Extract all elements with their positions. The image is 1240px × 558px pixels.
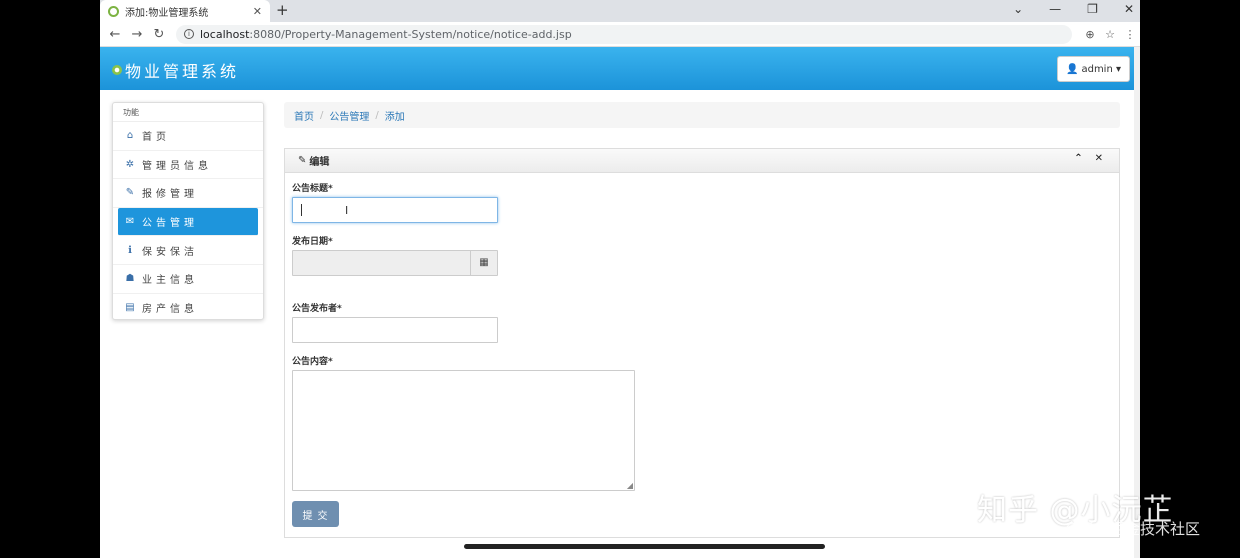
title-label: 公告标题*: [292, 184, 333, 194]
breadcrumb-separator: /: [320, 109, 324, 121]
calendar-icon[interactable]: ▦: [470, 251, 497, 275]
sidebar: 功能 ⌂ 首页 ✲ 管理员信息 ✎ 报修管理 ✉ 公告管理 ℹ 保安保洁 ☗ 业…: [112, 102, 264, 320]
sidebar-item-repairs[interactable]: ✎ 报修管理: [113, 179, 263, 208]
minimize-icon[interactable]: —: [1049, 2, 1061, 16]
panel-controls: ⌃ ✕: [1074, 153, 1103, 164]
title-input[interactable]: I: [292, 197, 498, 223]
home-indicator: [464, 544, 825, 549]
reload-icon[interactable]: ↻: [148, 27, 170, 42]
gear-icon: ✲: [125, 158, 135, 170]
tab-search-icon[interactable]: ⌄: [1013, 2, 1023, 16]
user-menu-button[interactable]: 👤 admin ▾: [1057, 56, 1130, 82]
url-host: localhost: [200, 27, 250, 41]
breadcrumb-separator: /: [375, 109, 379, 121]
date-input[interactable]: ▦: [292, 250, 498, 276]
forward-icon[interactable]: →: [126, 27, 148, 42]
edit-panel: ✎ 编辑 ⌃ ✕ 公告标题* I 发布日期* ▦ 公告发布者* 公告内容* ◢ …: [284, 148, 1120, 538]
sidebar-item-label: 业主信息: [142, 275, 198, 287]
tab-title: 添加:物业管理系统: [125, 7, 209, 19]
panel-title: 编辑: [309, 157, 330, 168]
sidebar-heading: 功能: [113, 103, 263, 122]
text-caret: [301, 204, 302, 216]
watermark-juejin: @稀土掘金技术社区: [1065, 520, 1201, 538]
tab-bar: 添加:物业管理系统 ✕ + ⌄ — ❐ ✕: [100, 0, 1140, 22]
content-label: 公告内容*: [292, 357, 333, 367]
brand-title: 物业管理系统: [125, 62, 240, 81]
panel-header: ✎ 编辑 ⌃ ✕: [285, 149, 1119, 173]
collapse-icon[interactable]: ⌃: [1074, 153, 1082, 164]
breadcrumb-current: 添加: [384, 111, 405, 123]
brand[interactable]: 物业管理系统: [112, 58, 239, 82]
date-label: 发布日期*: [292, 237, 333, 247]
browser-tab[interactable]: 添加:物业管理系统 ✕: [100, 0, 270, 22]
bookmark-star-icon[interactable]: ☆: [1100, 28, 1120, 41]
window-close-icon[interactable]: ✕: [1124, 2, 1134, 16]
sidebar-item-label: 保安保洁: [142, 246, 198, 258]
panel-close-icon[interactable]: ✕: [1095, 153, 1103, 164]
resize-grip-icon[interactable]: ◢: [627, 481, 633, 490]
content-textarea[interactable]: ◢: [292, 370, 635, 491]
sidebar-item-security-cleaning[interactable]: ℹ 保安保洁: [113, 236, 263, 265]
sidebar-item-label: 公告管理: [142, 218, 198, 230]
new-tab-button[interactable]: +: [276, 1, 289, 19]
wrench-icon: ✎: [125, 187, 135, 199]
translate-icon[interactable]: ⊕: [1080, 28, 1100, 41]
app-header: 物业管理系统 👤 admin ▾: [100, 47, 1134, 90]
date-field[interactable]: [293, 251, 470, 275]
sidebar-item-label: 报修管理: [142, 189, 198, 201]
window-controls: ⌄ — ❐ ✕: [1013, 2, 1134, 16]
address-bar: ← → ↻ i localhost :8080/Property-Managem…: [100, 22, 1140, 47]
breadcrumb: 首页 / 公告管理 / 添加: [284, 102, 1120, 128]
url-input[interactable]: i localhost :8080/Property-Management-Sy…: [176, 24, 1072, 44]
tab-close-icon[interactable]: ✕: [253, 5, 262, 18]
submit-button[interactable]: 提交: [292, 501, 339, 527]
sidebar-item-admin-info[interactable]: ✲ 管理员信息: [113, 151, 263, 180]
sidebar-item-notices[interactable]: ✉ 公告管理: [118, 207, 258, 237]
back-icon[interactable]: ←: [104, 27, 126, 42]
favicon-icon: [108, 5, 119, 17]
sidebar-item-label: 管理员信息: [142, 160, 212, 172]
publisher-label: 公告发布者*: [292, 304, 342, 314]
sidebar-item-home[interactable]: ⌂ 首页: [113, 122, 263, 151]
user-name: admin ▾: [1081, 63, 1121, 75]
person-icon: ☗: [125, 273, 135, 285]
breadcrumb-home[interactable]: 首页: [294, 108, 314, 123]
site-info-icon[interactable]: i: [184, 29, 194, 39]
ibeam-cursor-icon: I: [345, 204, 349, 217]
restore-icon[interactable]: ❐: [1087, 2, 1098, 16]
page-scrollbar[interactable]: [1134, 47, 1140, 558]
user-icon: 👤: [1066, 63, 1079, 75]
url-path: :8080/Property-Management-System/notice/…: [249, 27, 572, 41]
edit-icon: ✎: [298, 155, 307, 166]
sidebar-item-label: 首页: [142, 132, 170, 144]
browser-window: 添加:物业管理系统 ✕ + ⌄ — ❐ ✕ ← → ↻ i localhost …: [100, 0, 1140, 558]
home-icon: ⌂: [126, 130, 134, 142]
publisher-input[interactable]: [292, 317, 498, 343]
logo-icon: [112, 65, 122, 75]
menu-dots-icon[interactable]: ⋮: [1120, 28, 1140, 41]
sidebar-item-label: 房产信息: [142, 304, 198, 316]
info-icon: ℹ: [128, 244, 132, 256]
sidebar-item-property[interactable]: ▤ 房产信息: [113, 294, 263, 323]
list-icon: ▤: [125, 302, 135, 314]
envelope-icon: ✉: [125, 216, 135, 228]
breadcrumb-notices[interactable]: 公告管理: [329, 108, 369, 123]
sidebar-item-owners[interactable]: ☗ 业主信息: [113, 265, 263, 294]
